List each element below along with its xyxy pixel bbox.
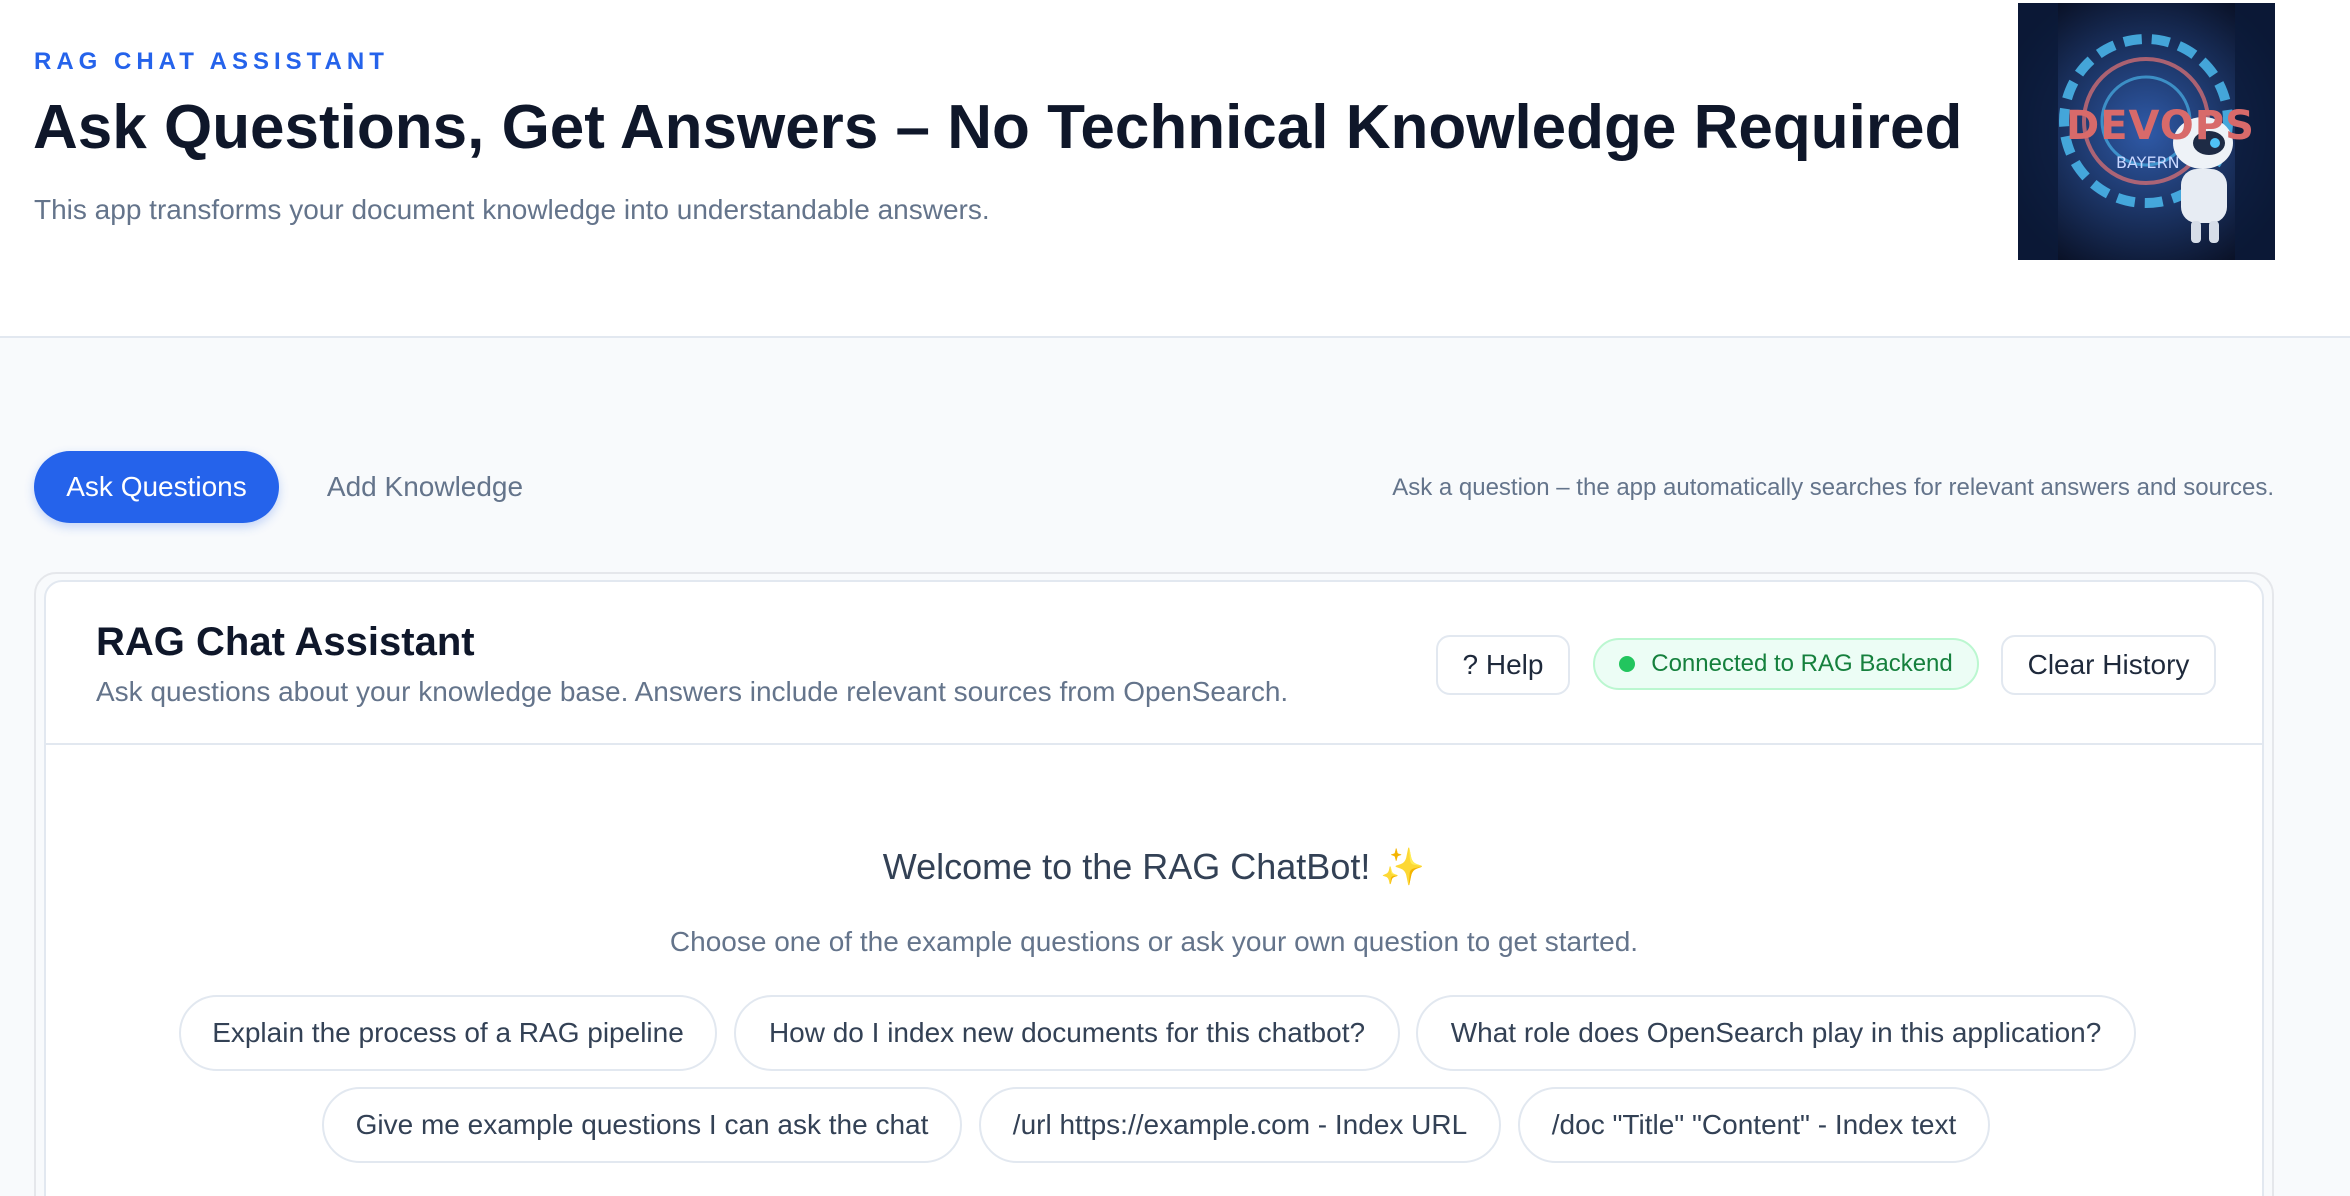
clear-history-button[interactable]: Clear History <box>2001 635 2216 695</box>
logo-subtext: BAYERN <box>2116 153 2180 172</box>
tab-hint-text: Ask a question – the app automatically s… <box>1392 474 2274 501</box>
logo-text: DEVOPS <box>2066 103 2255 149</box>
hero-header: RAG CHAT ASSISTANT Ask Questions, Get An… <box>0 0 2350 338</box>
chat-subtitle: Ask questions about your knowledge base.… <box>96 676 1289 707</box>
chat-title: RAG Chat Assistant <box>96 620 475 664</box>
welcome-title: Welcome to the RAG ChatBot! ✨ <box>46 846 2262 888</box>
page-subtitle: This app transforms your document knowle… <box>34 194 990 225</box>
status-badge: Connected to RAG Backend <box>1593 638 1979 690</box>
example-question-chip[interactable]: Give me example questions I can ask the … <box>322 1087 962 1163</box>
example-question-chip[interactable]: How do I index new documents for this ch… <box>734 995 1400 1071</box>
example-command-chip[interactable]: /url https://example.com - Index URL <box>979 1087 1501 1163</box>
example-question-chip[interactable]: What role does OpenSearch play in this a… <box>1416 995 2136 1071</box>
page-title: Ask Questions, Get Answers – No Technica… <box>33 93 1963 162</box>
tab-add-knowledge[interactable]: Add Knowledge <box>300 451 550 523</box>
example-command-chip[interactable]: /doc "Title" "Content" - Index text <box>1518 1087 1990 1163</box>
tab-ask-questions[interactable]: Ask Questions <box>34 451 279 523</box>
status-text: Connected to RAG Backend <box>1651 650 1953 677</box>
example-question-chip[interactable]: Explain the process of a RAG pipeline <box>179 995 717 1071</box>
devops-bayern-logo: DEVOPS BAYERN <box>2018 3 2275 260</box>
eyebrow-label: RAG CHAT ASSISTANT <box>34 48 389 75</box>
help-button[interactable]: ? Help <box>1436 635 1570 695</box>
status-dot-icon <box>1619 656 1636 672</box>
welcome-subtitle: Choose one of the example questions or a… <box>669 926 1639 957</box>
sparkle-icon: ✨ <box>1380 846 1426 887</box>
chat-panel: RAG Chat Assistant Ask questions about y… <box>44 580 2264 1196</box>
chat-header: RAG Chat Assistant Ask questions about y… <box>46 582 2262 745</box>
welcome-title-text: Welcome to the RAG ChatBot! <box>882 846 1371 887</box>
